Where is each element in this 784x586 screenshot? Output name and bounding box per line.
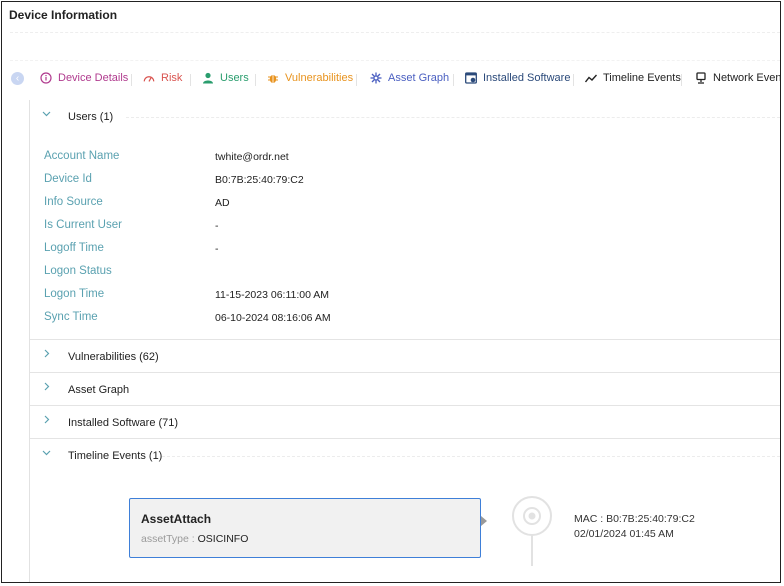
trend-line-icon xyxy=(585,74,597,83)
chevron-down-icon xyxy=(42,109,52,121)
tab-divider xyxy=(190,74,191,86)
section-label: Installed Software (71) xyxy=(68,417,179,429)
detail-value: B0:7B:25:40:79:C2 xyxy=(215,174,304,186)
event-mac: MAC : B0:7B:25:40:79:C2 xyxy=(574,513,695,525)
monitor-icon xyxy=(696,72,706,84)
tab-label: Network Events xyxy=(713,72,781,84)
info-circle-icon xyxy=(40,72,52,84)
section-installed-software-header[interactable]: Installed Software (71) xyxy=(30,406,780,439)
detail-value: - xyxy=(215,243,219,255)
event-pointer-arrow xyxy=(481,516,487,526)
event-title: AssetAttach xyxy=(141,512,212,526)
tab-label: Vulnerabilities xyxy=(285,72,354,84)
tab-label: Users xyxy=(220,72,249,84)
tab-label: Timeline Events xyxy=(603,72,681,84)
detail-label: Logon Status xyxy=(44,265,112,277)
event-asset-type-key: assetType : xyxy=(141,533,195,545)
tab-label: Installed Software xyxy=(483,72,571,84)
event-timestamp: 02/01/2024 01:45 AM xyxy=(574,528,674,540)
tab-vulnerabilities[interactable]: Vulnerabilities xyxy=(267,72,353,84)
tab-network-events[interactable]: Network Events xyxy=(695,72,781,84)
user-icon xyxy=(203,72,213,84)
tab-divider xyxy=(255,74,256,86)
tab-label: Risk xyxy=(161,72,183,84)
section-divider xyxy=(162,456,780,457)
detail-value: AD xyxy=(215,197,230,209)
tab-risk[interactable]: Risk xyxy=(143,72,182,84)
tab-device-details[interactable]: Device Details xyxy=(40,72,128,84)
detail-label: Logoff Time xyxy=(44,242,104,254)
chevron-down-icon xyxy=(42,448,52,460)
detail-label: Device Id xyxy=(44,173,92,185)
tab-divider xyxy=(453,74,454,86)
asterisk-icon xyxy=(370,72,382,84)
chevron-right-icon xyxy=(42,349,52,361)
tab-divider xyxy=(573,74,574,86)
detail-label: Info Source xyxy=(44,196,103,208)
chevron-right-icon xyxy=(42,382,52,394)
event-asset-type: assetType : OSICINFO xyxy=(141,533,248,545)
detail-value: - xyxy=(215,220,219,232)
timeline-node-icon xyxy=(512,496,552,566)
header-divider xyxy=(10,32,780,33)
timeline-event-card[interactable]: AssetAttach assetType : OSICINFO xyxy=(129,498,481,558)
tab-divider xyxy=(356,74,357,86)
section-vulnerabilities-header[interactable]: Vulnerabilities (62) xyxy=(30,340,780,373)
header-divider-secondary xyxy=(10,60,780,61)
tab-label: Device Details xyxy=(58,72,129,84)
window-gear-icon xyxy=(465,72,477,84)
section-users-header[interactable]: Users (1) xyxy=(30,100,780,132)
detail-value: 11-15-2023 06:11:00 AM xyxy=(215,289,330,301)
chevron-right-icon xyxy=(42,415,52,427)
section-label: Vulnerabilities (62) xyxy=(68,351,159,363)
detail-label: Logon Time xyxy=(44,288,105,300)
tab-timeline-events[interactable]: Timeline Events xyxy=(585,72,681,84)
detail-label: Is Current User xyxy=(44,219,122,231)
device-information-panel: Device Information ‹ Device Details Risk xyxy=(1,1,781,583)
sections-area: Users (1) Account Name twhite@ordr.net D… xyxy=(29,100,780,582)
section-divider xyxy=(126,117,780,118)
section-label: Users (1) xyxy=(68,111,114,123)
panel-title: Device Information xyxy=(9,8,118,22)
section-timeline-events-header[interactable]: Timeline Events (1) xyxy=(30,439,780,471)
tab-users[interactable]: Users xyxy=(202,72,249,84)
section-label: Timeline Events (1) xyxy=(68,450,163,462)
bug-icon xyxy=(268,75,278,83)
section-asset-graph-header[interactable]: Asset Graph xyxy=(30,373,780,406)
detail-label: Account Name xyxy=(44,150,120,162)
event-asset-type-value: OSICINFO xyxy=(197,533,249,545)
tab-asset-graph[interactable]: Asset Graph xyxy=(370,72,449,84)
detail-value: twhite@ordr.net xyxy=(215,151,289,163)
tab-divider xyxy=(681,74,682,86)
tab-divider xyxy=(131,74,132,86)
tab-installed-software[interactable]: Installed Software xyxy=(465,72,570,84)
back-arrow-icon[interactable]: ‹ xyxy=(11,72,24,85)
detail-value: 06-10-2024 08:16:06 AM xyxy=(215,312,331,324)
section-label: Asset Graph xyxy=(68,384,130,396)
tab-label: Asset Graph xyxy=(388,72,450,84)
detail-label: Sync Time xyxy=(44,311,98,323)
gauge-icon xyxy=(143,76,155,82)
